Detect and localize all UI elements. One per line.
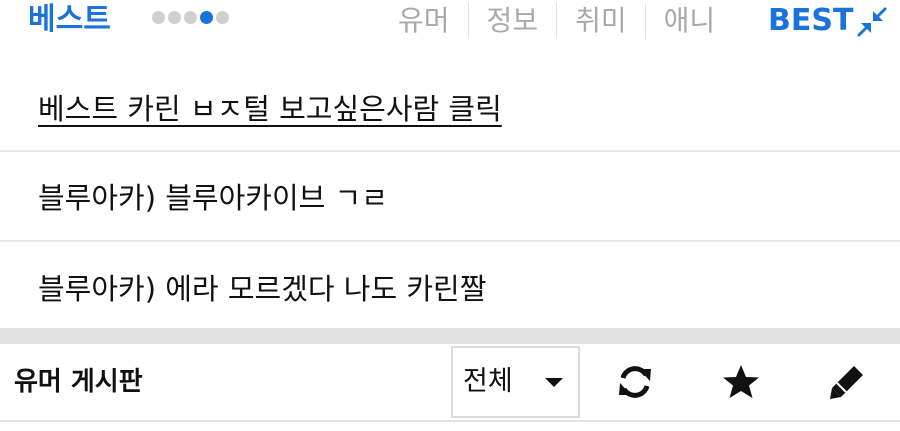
refresh-icon[interactable] [615,362,655,402]
board-title: 유머 게시판 [14,367,143,397]
post-title[interactable]: 블루아카) 에라 모르겠다 나도 카린짤 [38,266,486,308]
best-post-list: 베스트 카린 ㅂㅈ털 보고싶은사람 클릭 블루아카) 블루아카이브 ㄱㄹ 블루아… [0,60,900,332]
bottom-divider [0,420,900,422]
filter-value: 전체 [463,366,513,397]
list-item[interactable]: 블루아카) 블루아카이브 ㄱㄹ [0,152,900,242]
tab-hobby[interactable]: 취미 [556,3,645,39]
best-header: 베스트 유머 정보 취미 애니 BEST [0,0,900,44]
page-indicator [152,11,229,25]
section-divider [0,328,900,344]
page-dot-active[interactable] [200,11,213,24]
page-dot[interactable] [216,11,229,24]
post-title[interactable]: 베스트 카린 ㅂㅈ털 보고싶은사람 클릭 [38,86,502,128]
page-dot[interactable] [152,11,165,24]
list-item[interactable]: 블루아카) 에라 모르겠다 나도 카린짤 [0,242,900,332]
filter-select[interactable]: 전체 [451,346,580,418]
category-tabs: 유머 정보 취미 애니 [380,0,733,42]
post-title[interactable]: 블루아카) 블루아카이브 ㄱㄹ [38,175,388,217]
tab-humor[interactable]: 유머 [380,3,468,39]
pencil-icon[interactable] [827,362,867,402]
tab-anime[interactable]: 애니 [644,3,734,39]
list-item[interactable]: 베스트 카린 ㅂㅈ털 보고싶은사람 클릭 [0,60,900,152]
page-dot[interactable] [184,11,197,24]
best-link[interactable]: BEST [768,0,853,42]
star-icon[interactable] [721,362,761,402]
best-title[interactable]: 베스트 [28,0,111,40]
tab-info[interactable]: 정보 [467,3,557,39]
page-dot[interactable] [168,11,181,24]
caret-down-icon [545,378,563,387]
collapse-arrows-icon[interactable] [856,6,888,38]
board-toolbar: 유머 게시판 전체 [0,344,900,420]
